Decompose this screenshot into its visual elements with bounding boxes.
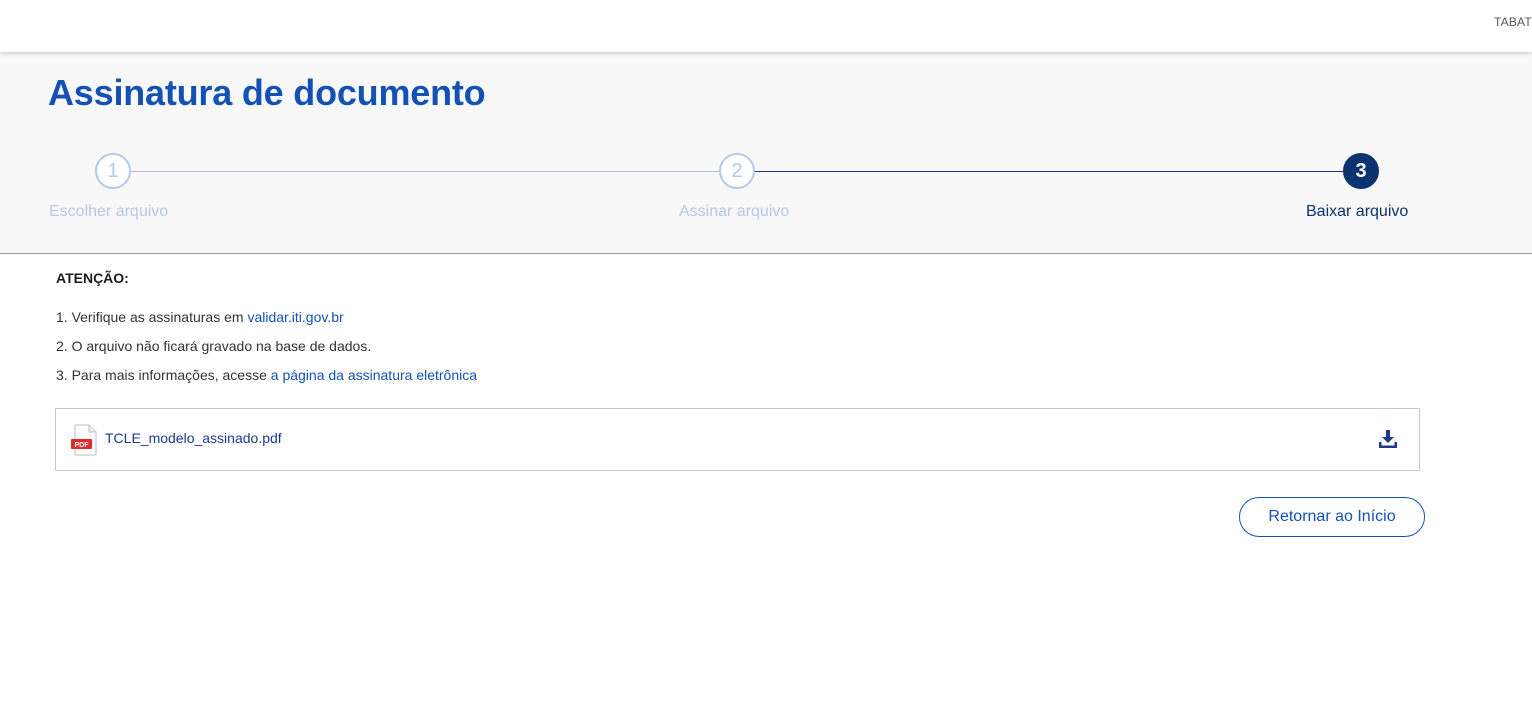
notice-item-1: 1. Verifique as assinaturas em validar.i… bbox=[56, 308, 477, 337]
attention-heading: ATENÇÃO: bbox=[56, 270, 129, 286]
page-title: Assinatura de documento bbox=[48, 72, 486, 113]
stepper-line-2-3 bbox=[754, 171, 1348, 172]
signed-file-row: PDF TCLE_modelo_assinado.pdf bbox=[55, 408, 1420, 471]
pdf-file-icon: PDF bbox=[71, 424, 97, 456]
step-3-label: Baixar arquivo bbox=[1306, 203, 1409, 220]
validar-link[interactable]: validar.iti.gov.br bbox=[247, 309, 343, 325]
notice-item-2: 2. O arquivo não ficará gravado na base … bbox=[56, 337, 477, 366]
signature-page-link[interactable]: a página da assinatura eletrônica bbox=[271, 367, 477, 383]
return-home-button[interactable]: Retornar ao Início bbox=[1239, 497, 1425, 537]
user-name[interactable]: TABAT bbox=[1494, 15, 1532, 29]
step-1-circle: 1 bbox=[95, 153, 131, 189]
download-icon[interactable] bbox=[1377, 428, 1399, 450]
step-2-label: Assinar arquivo bbox=[679, 203, 790, 220]
notice-item-3-text: 3. Para mais informações, acesse bbox=[56, 367, 271, 383]
step-1-label: Escolher arquivo bbox=[49, 203, 169, 220]
step-3-circle: 3 bbox=[1343, 153, 1379, 189]
notice-section: ATENÇÃO: bbox=[56, 270, 1420, 290]
pdf-icon-label: PDF bbox=[75, 442, 90, 449]
stepper-line-1-2 bbox=[130, 171, 720, 172]
notice-item-2-text: 2. O arquivo não ficará gravado na base … bbox=[56, 338, 372, 354]
notice-item-3: 3. Para mais informações, acesse a págin… bbox=[56, 366, 477, 395]
notice-item-1-text: 1. Verifique as assinaturas em bbox=[56, 309, 248, 325]
step-2-circle: 2 bbox=[719, 153, 755, 189]
file-name-link[interactable]: TCLE_modelo_assinado.pdf bbox=[105, 430, 282, 446]
notice-list: 1. Verifique as assinaturas em validar.i… bbox=[56, 308, 477, 395]
top-bar: TABAT bbox=[0, 0, 1532, 52]
